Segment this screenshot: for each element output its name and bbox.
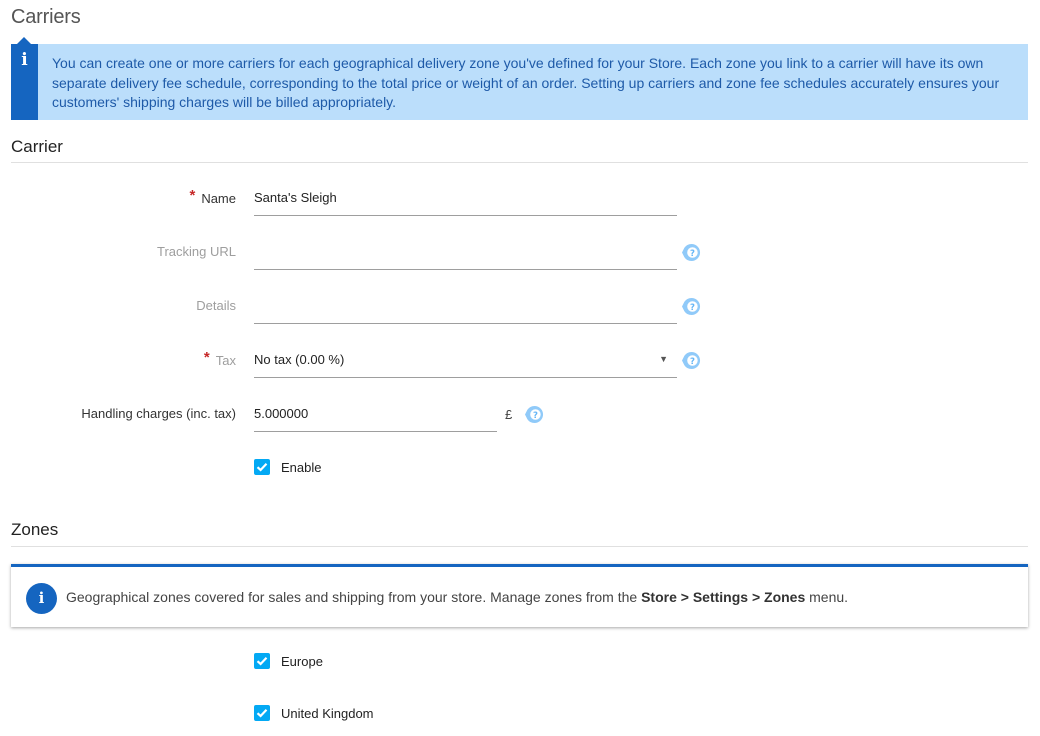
chevron-down-icon[interactable]: ▼ xyxy=(659,354,668,364)
svg-text:?: ? xyxy=(690,357,695,367)
zones-menu-path: Store > Settings > Zones xyxy=(641,589,806,605)
tracking-url-row: Tracking URL ? xyxy=(0,233,1040,273)
handling-charges-label: Handling charges (inc. tax) xyxy=(81,406,236,421)
details-label: Details xyxy=(196,298,236,313)
name-row: * Name Santa's Sleigh xyxy=(0,179,1040,219)
zone-label-europe: Europe xyxy=(281,654,323,669)
checkmark-icon xyxy=(256,463,268,472)
enable-label: Enable xyxy=(281,460,322,475)
handling-charges-row: Handling charges (inc. tax) 5.000000 £ ? xyxy=(0,395,1040,435)
required-marker: * xyxy=(203,349,210,366)
details-row: Details ? xyxy=(0,287,1040,327)
zones-notice-text: Geographical zones covered for sales and… xyxy=(66,589,849,605)
zone-checkbox-united-kingdom[interactable] xyxy=(254,705,270,721)
svg-text:?: ? xyxy=(690,303,695,313)
page-title: Carriers xyxy=(11,6,81,28)
checkmark-icon xyxy=(256,657,268,666)
info-banner: i You can create one or more carriers fo… xyxy=(11,37,1028,120)
details-input[interactable] xyxy=(254,287,677,324)
tracking-url-input[interactable] xyxy=(254,233,677,270)
info-icon: i xyxy=(26,583,57,614)
tax-select-value: No tax (0.00 %) xyxy=(254,352,345,367)
handling-charges-input[interactable]: 5.000000 xyxy=(254,395,497,432)
enable-checkbox[interactable] xyxy=(254,459,270,475)
info-banner-text: You can create one or more carriers for … xyxy=(52,55,1000,110)
carrier-section-title: Carrier xyxy=(11,137,63,156)
section-divider xyxy=(11,546,1028,547)
info-icon: i xyxy=(21,50,28,70)
name-label: * Name xyxy=(189,187,236,206)
svg-text:?: ? xyxy=(690,249,695,259)
zone-label-united-kingdom: United Kingdom xyxy=(281,706,374,721)
section-divider xyxy=(11,162,1028,163)
tax-row: * Tax No tax (0.00 %) ▼ ? xyxy=(0,341,1040,381)
tracking-url-label: Tracking URL xyxy=(157,244,236,259)
zone-checkbox-europe[interactable] xyxy=(254,653,270,669)
help-icon[interactable]: ? xyxy=(682,351,701,370)
name-input[interactable]: Santa's Sleigh xyxy=(254,179,677,216)
tax-select[interactable]: No tax (0.00 %) ▼ xyxy=(254,341,677,378)
required-marker: * xyxy=(189,187,196,204)
info-banner-strip: i xyxy=(11,37,38,120)
help-icon[interactable]: ? xyxy=(682,243,701,262)
currency-symbol: £ xyxy=(505,407,513,422)
svg-text:?: ? xyxy=(533,411,538,421)
zones-section-title: Zones xyxy=(11,520,59,539)
tax-label: * Tax xyxy=(203,349,236,368)
zones-notice: i Geographical zones covered for sales a… xyxy=(11,564,1028,627)
checkmark-icon xyxy=(256,709,268,718)
help-icon[interactable]: ? xyxy=(525,405,544,424)
help-icon[interactable]: ? xyxy=(682,297,701,316)
